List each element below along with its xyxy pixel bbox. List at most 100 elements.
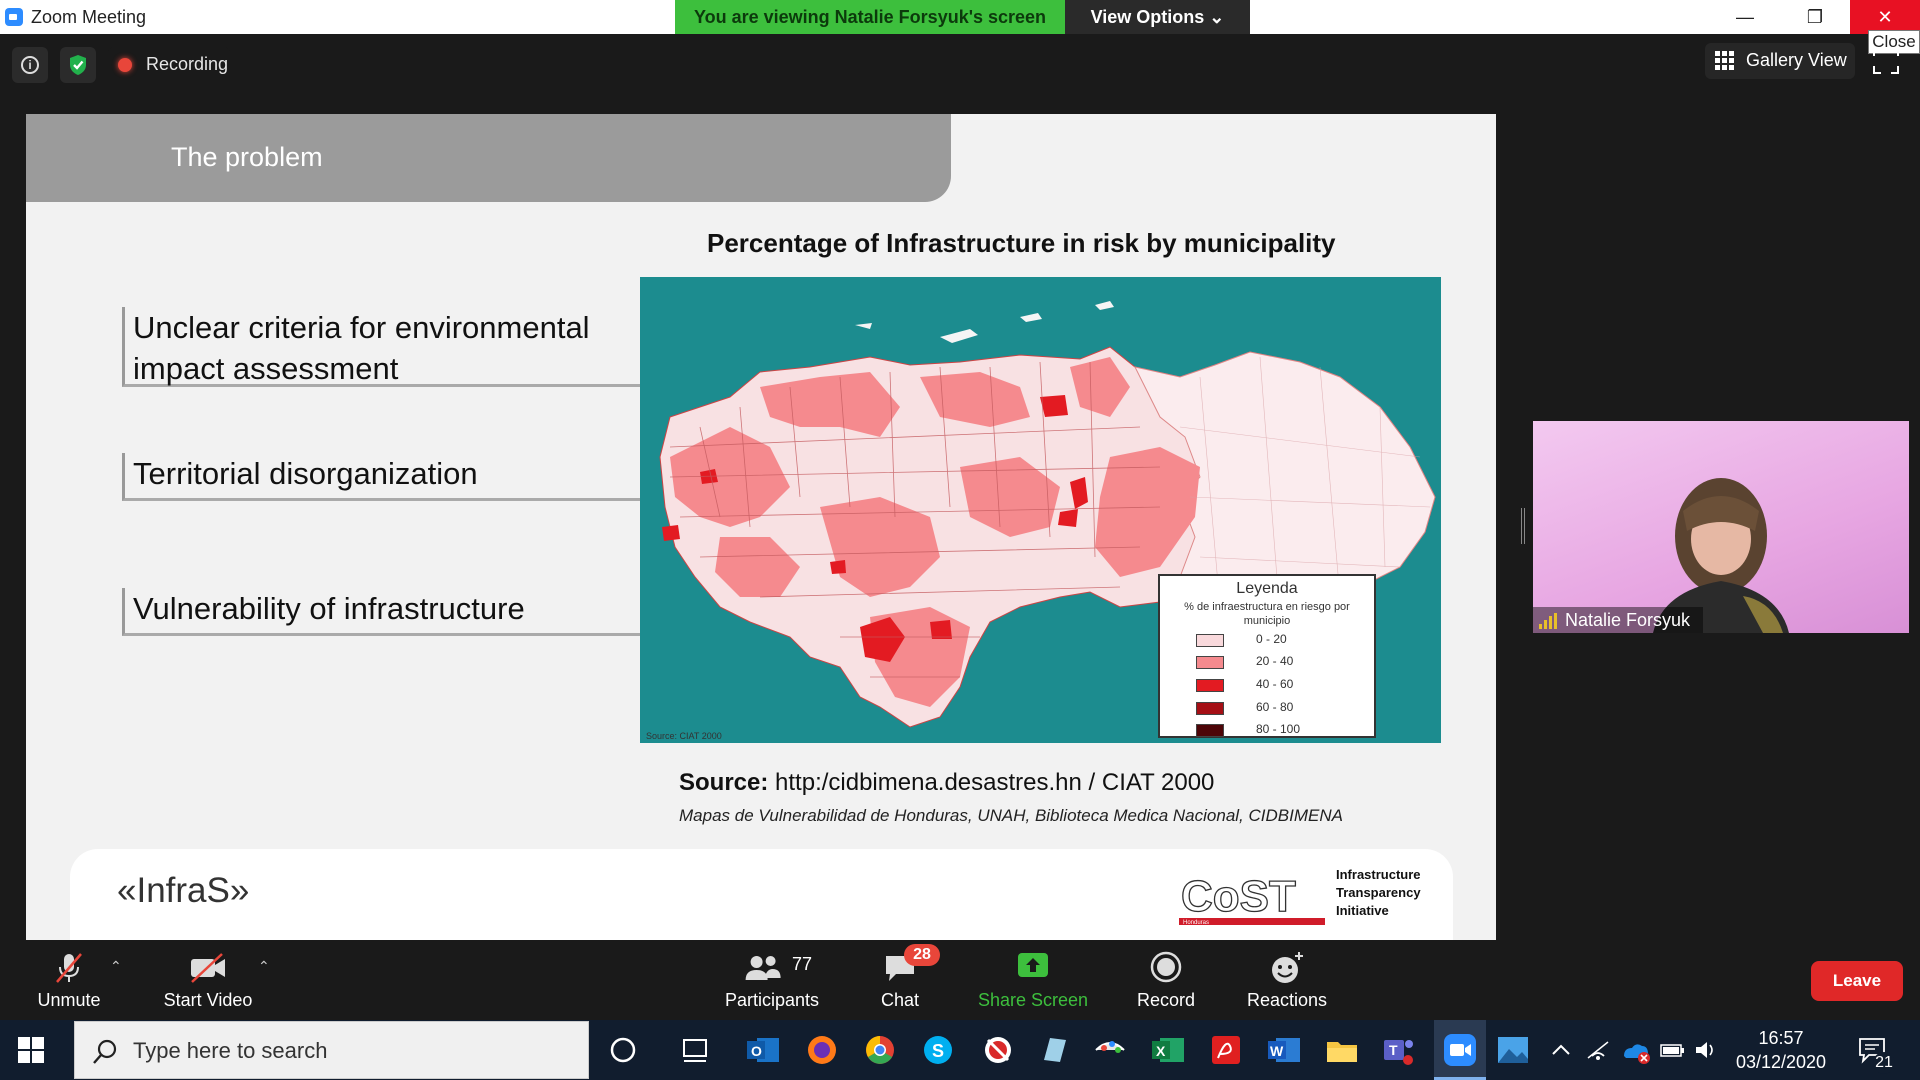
photos-app-icon[interactable] xyxy=(1495,1032,1531,1068)
legend-subtitle: % de infraestructura en riesgo por munic… xyxy=(1184,601,1350,627)
citation: Mapas de Vulnerabilidad de Honduras, UNA… xyxy=(679,806,1343,825)
meeting-toolbar: Unmute ⌃ Start Video ⌃ 77 Participants 2… xyxy=(0,940,1920,1020)
slide-title: The problem xyxy=(171,142,323,172)
legend-row: 0 - 20 xyxy=(1196,632,1346,648)
legend-range: 40 - 60 xyxy=(1256,677,1294,691)
chat-button[interactable]: 28 Chat xyxy=(862,940,940,1020)
audio-options-caret-icon[interactable]: ⌃ xyxy=(110,958,122,975)
zoom-logo-icon xyxy=(5,8,23,26)
muted-microphone-icon xyxy=(56,953,82,983)
legend-row: 40 - 60 xyxy=(1196,677,1346,693)
reactions-label: Reactions xyxy=(1246,990,1328,1010)
cost-logo-sub: Honduras xyxy=(1183,920,1209,926)
clock-date: 03/12/2020 xyxy=(1735,1052,1827,1072)
task-view-icon[interactable] xyxy=(678,1032,714,1068)
file-explorer-icon[interactable] xyxy=(1324,1032,1360,1068)
share-screen-label: Share Screen xyxy=(978,990,1089,1010)
legend-range: 80 - 100 xyxy=(1256,722,1301,736)
window-title: Zoom Meeting xyxy=(31,7,147,27)
share-screen-button[interactable]: Share Screen xyxy=(978,940,1088,1020)
legend-range: 60 - 80 xyxy=(1256,700,1294,714)
cost-logo-text: CoST xyxy=(1181,872,1296,921)
battery-icon[interactable] xyxy=(1658,1032,1686,1068)
reactions-button[interactable]: Reactions xyxy=(1242,940,1332,1020)
show-hidden-icons-chevron-icon[interactable] xyxy=(1548,1032,1574,1068)
zoom-taskbar-button[interactable] xyxy=(1434,1020,1486,1080)
signal-strength-icon xyxy=(1539,613,1559,629)
bullet-infrastructure-vulnerability: Vulnerability of infrastructure xyxy=(122,588,642,636)
recording-indicator[interactable]: Recording xyxy=(108,47,230,83)
video-options-caret-icon[interactable]: ⌃ xyxy=(258,958,270,975)
participants-count: 77 xyxy=(792,954,813,974)
title-bar: Zoom Meeting You are viewing Natalie For… xyxy=(0,0,1920,34)
record-button[interactable]: Record xyxy=(1126,940,1206,1020)
cost-logo-icon: CoST Honduras xyxy=(1179,871,1325,926)
participant-video-tile[interactable]: Natalie Forsyuk xyxy=(1533,421,1909,633)
meeting-info-button[interactable]: i xyxy=(12,47,48,83)
legend-swatch xyxy=(1196,634,1224,647)
start-video-label: Start Video xyxy=(163,990,253,1010)
chrome-icon[interactable] xyxy=(862,1032,898,1068)
participants-button[interactable]: 77 Participants xyxy=(716,940,828,1020)
risk-map: Source: CIAT 2000 Leyenda % de infraestr… xyxy=(640,277,1441,743)
volume-icon[interactable] xyxy=(1692,1032,1720,1068)
svg-text:S: S xyxy=(932,1041,944,1061)
word-icon[interactable]: W xyxy=(1266,1032,1302,1068)
slide-footer: «InfraS» CoST Honduras Infrastructure Tr… xyxy=(70,849,1453,940)
shield-check-icon xyxy=(70,55,86,75)
firefox-icon[interactable] xyxy=(804,1032,840,1068)
participant-video-image xyxy=(1653,478,1789,633)
teams-icon[interactable]: T xyxy=(1380,1032,1416,1068)
chat-label: Chat xyxy=(880,990,920,1010)
grid-icon xyxy=(1715,51,1735,71)
onedrive-error-icon[interactable] xyxy=(1620,1032,1652,1068)
leave-button[interactable]: Leave xyxy=(1811,961,1903,1001)
recording-label: Recording xyxy=(146,54,229,74)
video-off-icon xyxy=(191,953,225,983)
search-icon xyxy=(93,1039,117,1064)
legend-range: 0 - 20 xyxy=(1256,632,1287,646)
view-options-button[interactable]: View Options ⌄ xyxy=(1065,0,1250,34)
paint-app-icon[interactable] xyxy=(1092,1032,1128,1068)
recording-dot-icon xyxy=(118,58,132,72)
participants-icon xyxy=(745,956,781,980)
slide-header: The problem xyxy=(26,114,951,202)
cost-tagline: Infrastructure Transparency Initiative xyxy=(1336,867,1421,918)
security-shield-button[interactable] xyxy=(60,47,96,83)
minimize-button[interactable]: — xyxy=(1710,0,1780,34)
legend-swatch xyxy=(1196,702,1224,715)
outlook-icon[interactable]: O xyxy=(745,1032,781,1068)
svg-text:W: W xyxy=(1270,1043,1284,1059)
share-screen-icon xyxy=(1018,953,1048,977)
legend-row: 20 - 40 xyxy=(1196,654,1346,670)
unmute-button[interactable]: Unmute xyxy=(22,940,116,1020)
wifi-icon[interactable] xyxy=(1584,1032,1612,1068)
svg-text:X: X xyxy=(1156,1043,1166,1059)
close-button[interactable]: ✕ xyxy=(1850,0,1920,34)
snipping-tool-icon[interactable] xyxy=(980,1032,1016,1068)
map-title: Percentage of Infrastructure in risk by … xyxy=(707,228,1336,258)
source-line: Source: http:/cidbimena.desastres.hn / C… xyxy=(679,769,1214,797)
clock-time: 16:57 xyxy=(1758,1028,1804,1048)
taskbar-clock[interactable]: 16:57 03/12/2020 xyxy=(1733,1026,1829,1074)
legend-range: 20 - 40 xyxy=(1256,654,1294,668)
legend-row: 80 - 100 xyxy=(1196,722,1346,738)
windows-start-icon[interactable] xyxy=(18,1037,44,1063)
fullscreen-icon[interactable] xyxy=(1873,48,1899,74)
record-label: Record xyxy=(1136,990,1196,1010)
acrobat-icon[interactable] xyxy=(1208,1032,1244,1068)
unmute-label: Unmute xyxy=(37,990,101,1010)
notes-app-icon[interactable] xyxy=(1036,1032,1072,1068)
skype-icon[interactable]: S xyxy=(920,1032,956,1068)
restore-button[interactable]: ❐ xyxy=(1780,0,1850,34)
gallery-view-button[interactable]: Gallery View xyxy=(1705,43,1855,79)
excel-icon[interactable]: X xyxy=(1150,1032,1186,1068)
panel-resize-handle[interactable] xyxy=(1521,508,1525,544)
start-video-button[interactable]: Start Video xyxy=(158,940,258,1020)
info-icon: i xyxy=(21,56,39,74)
cortana-icon[interactable] xyxy=(605,1032,641,1068)
svg-text:O: O xyxy=(751,1043,762,1059)
windows-taskbar: O S X W T 16:57 03/12/2020 21 xyxy=(0,1020,1920,1080)
taskbar-search-input[interactable] xyxy=(133,1036,573,1066)
taskbar-search-box[interactable] xyxy=(74,1021,589,1079)
